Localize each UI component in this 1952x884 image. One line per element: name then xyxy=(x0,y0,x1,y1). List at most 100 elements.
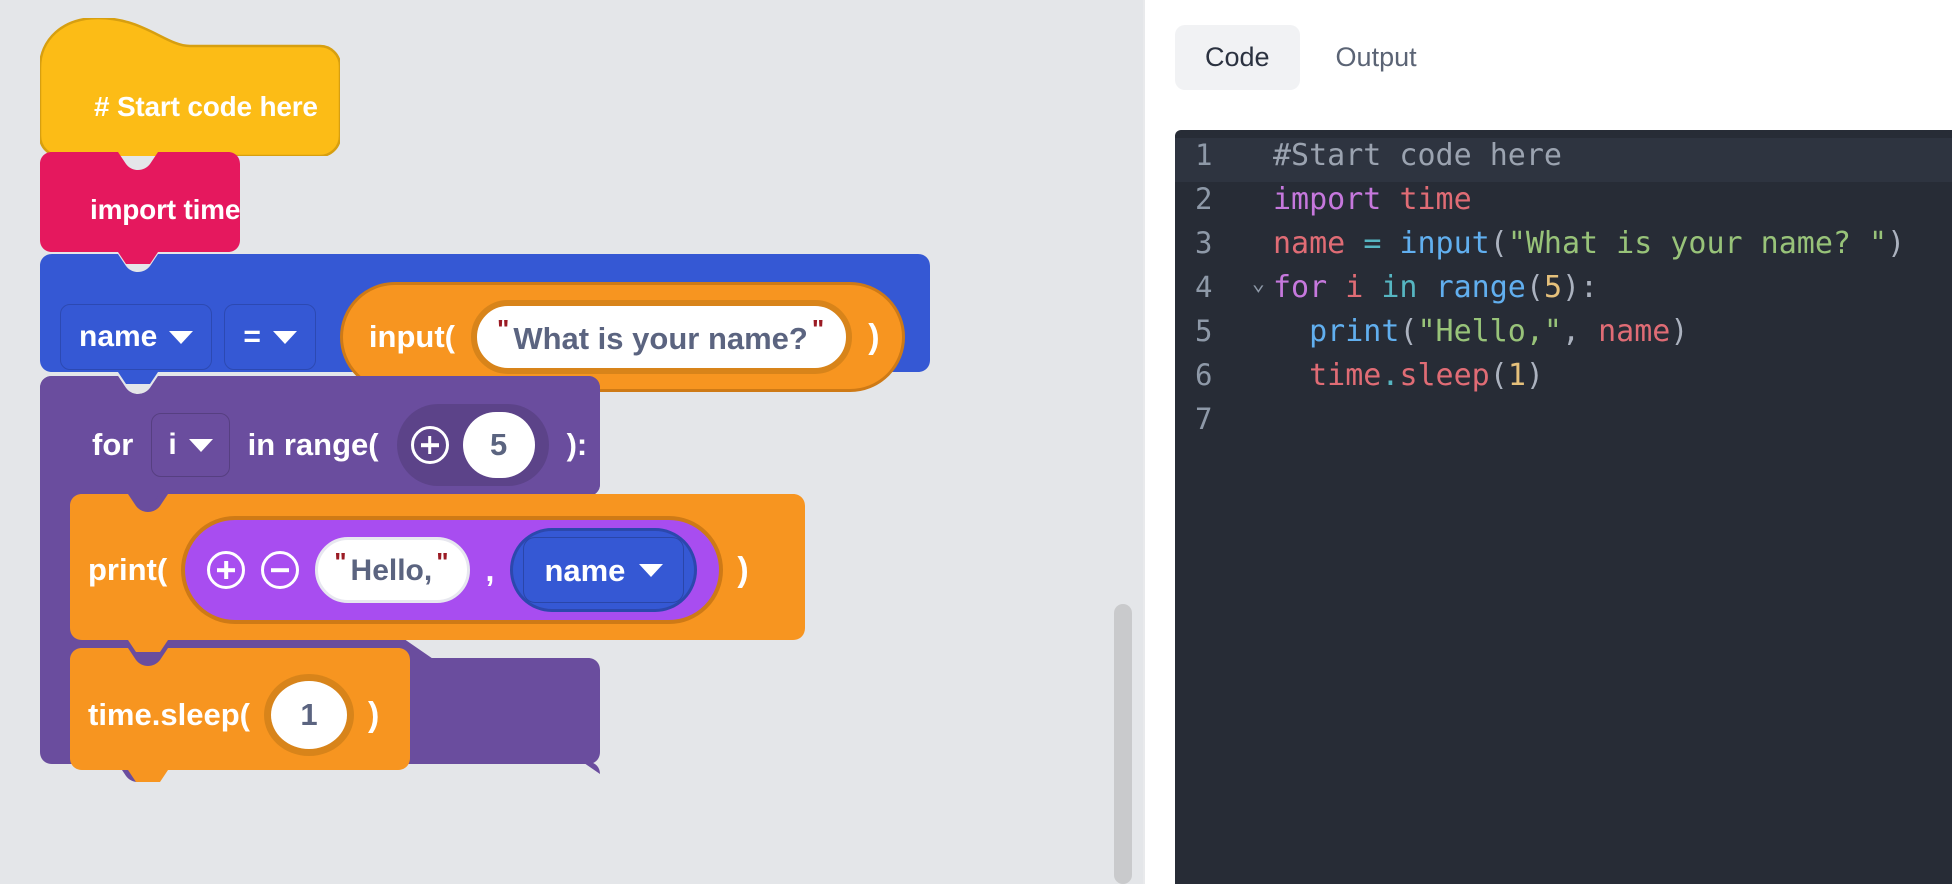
code-token: ( xyxy=(1525,270,1544,305)
line-number: 5 xyxy=(1195,314,1213,348)
code-token: "What is your name? " xyxy=(1507,226,1888,261)
minus-circle-icon[interactable] xyxy=(261,551,300,589)
code-line[interactable]: 1 #Start code here xyxy=(1175,138,1952,182)
print-row: print( " Hello, " , name) xyxy=(88,516,749,624)
sleep-close-paren: ) xyxy=(367,695,380,734)
canvas-scrollbar-thumb[interactable] xyxy=(1114,604,1132,884)
code-token: ( xyxy=(1399,314,1418,349)
block-print[interactable]: print( " Hello, " , name) xyxy=(70,494,805,652)
variable-reporter-name[interactable]: name xyxy=(510,528,698,612)
code-line-content: name = input("What is your name? ") xyxy=(1273,226,1905,261)
block-time-sleep[interactable]: time.sleep( 1 ) xyxy=(70,648,410,782)
code-token: ( xyxy=(1489,358,1508,393)
print-close-paren: ) xyxy=(737,550,749,589)
code-token: . xyxy=(1381,358,1400,393)
variable-reporter-inner[interactable]: name xyxy=(523,537,685,603)
input-prompt-value: What is your name? xyxy=(513,321,808,356)
line-number: 3 xyxy=(1195,226,1213,260)
input-prompt-text-field[interactable]: " What is your name? " xyxy=(470,300,853,374)
code-line[interactable]: 6 time.sleep(1) xyxy=(1175,358,1952,402)
sleep-keyword-label: time.sleep( xyxy=(88,697,250,732)
code-token: i xyxy=(1345,270,1364,305)
chevron-down-icon xyxy=(639,563,664,577)
code-token: , xyxy=(1562,314,1599,349)
operator-dropdown-equals[interactable]: = xyxy=(224,304,316,370)
code-token: for xyxy=(1273,270,1328,305)
range-count-reporter[interactable]: 5 xyxy=(396,404,549,486)
line-number: 7 xyxy=(1195,402,1213,436)
code-line[interactable]: 3 name = input("What is your name? ") xyxy=(1175,226,1952,270)
code-line-content: time.sleep(1) xyxy=(1273,358,1544,393)
for-close-label: ): xyxy=(566,427,588,462)
code-editor[interactable]: 1 #Start code here 2 import time 3 name = inp… xyxy=(1175,130,1952,884)
block-canvas[interactable]: # Start code here import time name = inp… xyxy=(0,0,1143,884)
code-token: import xyxy=(1273,182,1382,217)
variable-dropdown-label: name xyxy=(79,320,158,353)
block-import-time[interactable]: import time xyxy=(40,152,240,264)
sleep-value[interactable]: 1 xyxy=(270,681,347,749)
hat-block-icon xyxy=(40,18,340,156)
plus-circle-icon[interactable] xyxy=(207,551,246,589)
quote-open-icon: " xyxy=(334,547,347,577)
for-loop-row: for i in range( 5 ): xyxy=(92,404,587,486)
tab-output[interactable]: Output xyxy=(1306,25,1447,90)
code-line[interactable]: 4 ⌄ for i in range(5): xyxy=(1175,270,1952,314)
reporter-input-keyword: input( xyxy=(368,319,455,354)
code-token: time xyxy=(1399,182,1472,217)
argument-separator-comma: , xyxy=(485,551,495,588)
chevron-down-icon xyxy=(169,330,194,344)
code-token: name xyxy=(1598,314,1671,349)
code-token: in xyxy=(1381,270,1418,305)
app-root: # Start code here import time name = inp… xyxy=(0,0,1952,884)
reporter-input-close-paren: ) xyxy=(868,317,880,356)
quote-open-icon: " xyxy=(496,314,510,344)
print-keyword-label: print( xyxy=(88,552,168,587)
loop-variable-label: i xyxy=(168,428,177,461)
sleep-row: time.sleep( 1 ) xyxy=(88,674,379,756)
code-token: ) xyxy=(1887,226,1906,261)
sleep-value-wrapper[interactable]: 1 xyxy=(263,674,354,756)
print-string-text-field[interactable]: " Hello, " xyxy=(315,537,470,603)
code-token: range xyxy=(1435,270,1526,305)
variable-dropdown-name[interactable]: name xyxy=(60,304,213,370)
code-line[interactable]: 5 print("Hello,", name) xyxy=(1175,314,1952,358)
reporter-join-args[interactable]: " Hello, " , name xyxy=(181,516,724,624)
chevron-down-icon[interactable]: ⌄ xyxy=(1252,271,1265,296)
tab-code-label: Code xyxy=(1205,41,1270,72)
for-keyword-label: for xyxy=(92,427,134,462)
code-line[interactable]: 2 import time xyxy=(1175,182,1952,226)
code-panel-tabs: Code Output xyxy=(1145,0,1952,92)
print-string-value: Hello, xyxy=(350,554,433,587)
quote-close-icon: " xyxy=(811,314,825,344)
code-line-content: import time xyxy=(1273,182,1472,217)
code-panel: Code Output 1 #Start code here 2 import tim… xyxy=(1143,0,1952,884)
line-number: 4 ⌄ xyxy=(1195,270,1265,304)
code-token: "Hello," xyxy=(1417,314,1563,349)
in-range-keyword-label: in range( xyxy=(247,427,379,462)
line-number: 6 xyxy=(1195,358,1213,392)
quote-close-icon: " xyxy=(436,547,449,577)
code-token: name xyxy=(1273,226,1346,261)
code-token: ): xyxy=(1562,270,1599,305)
range-count-value[interactable]: 5 xyxy=(462,412,535,478)
block-start-hat[interactable]: # Start code here xyxy=(40,18,340,156)
code-line[interactable]: 7 xyxy=(1175,402,1952,446)
code-token: input xyxy=(1399,226,1490,261)
line-number: 1 xyxy=(1195,138,1213,172)
plus-circle-icon[interactable] xyxy=(410,426,449,464)
operator-dropdown-label: = xyxy=(243,320,261,353)
block-assign-name[interactable]: name = input( " What is your name? ") xyxy=(40,254,930,392)
code-token: ) xyxy=(1670,314,1689,349)
code-token: sleep xyxy=(1399,358,1490,393)
code-line-content: print("Hello,", name) xyxy=(1273,314,1688,349)
code-token: time xyxy=(1309,358,1382,393)
code-token: = xyxy=(1363,226,1382,261)
tab-code[interactable]: Code xyxy=(1175,24,1300,90)
loop-variable-dropdown[interactable]: i xyxy=(151,413,230,477)
